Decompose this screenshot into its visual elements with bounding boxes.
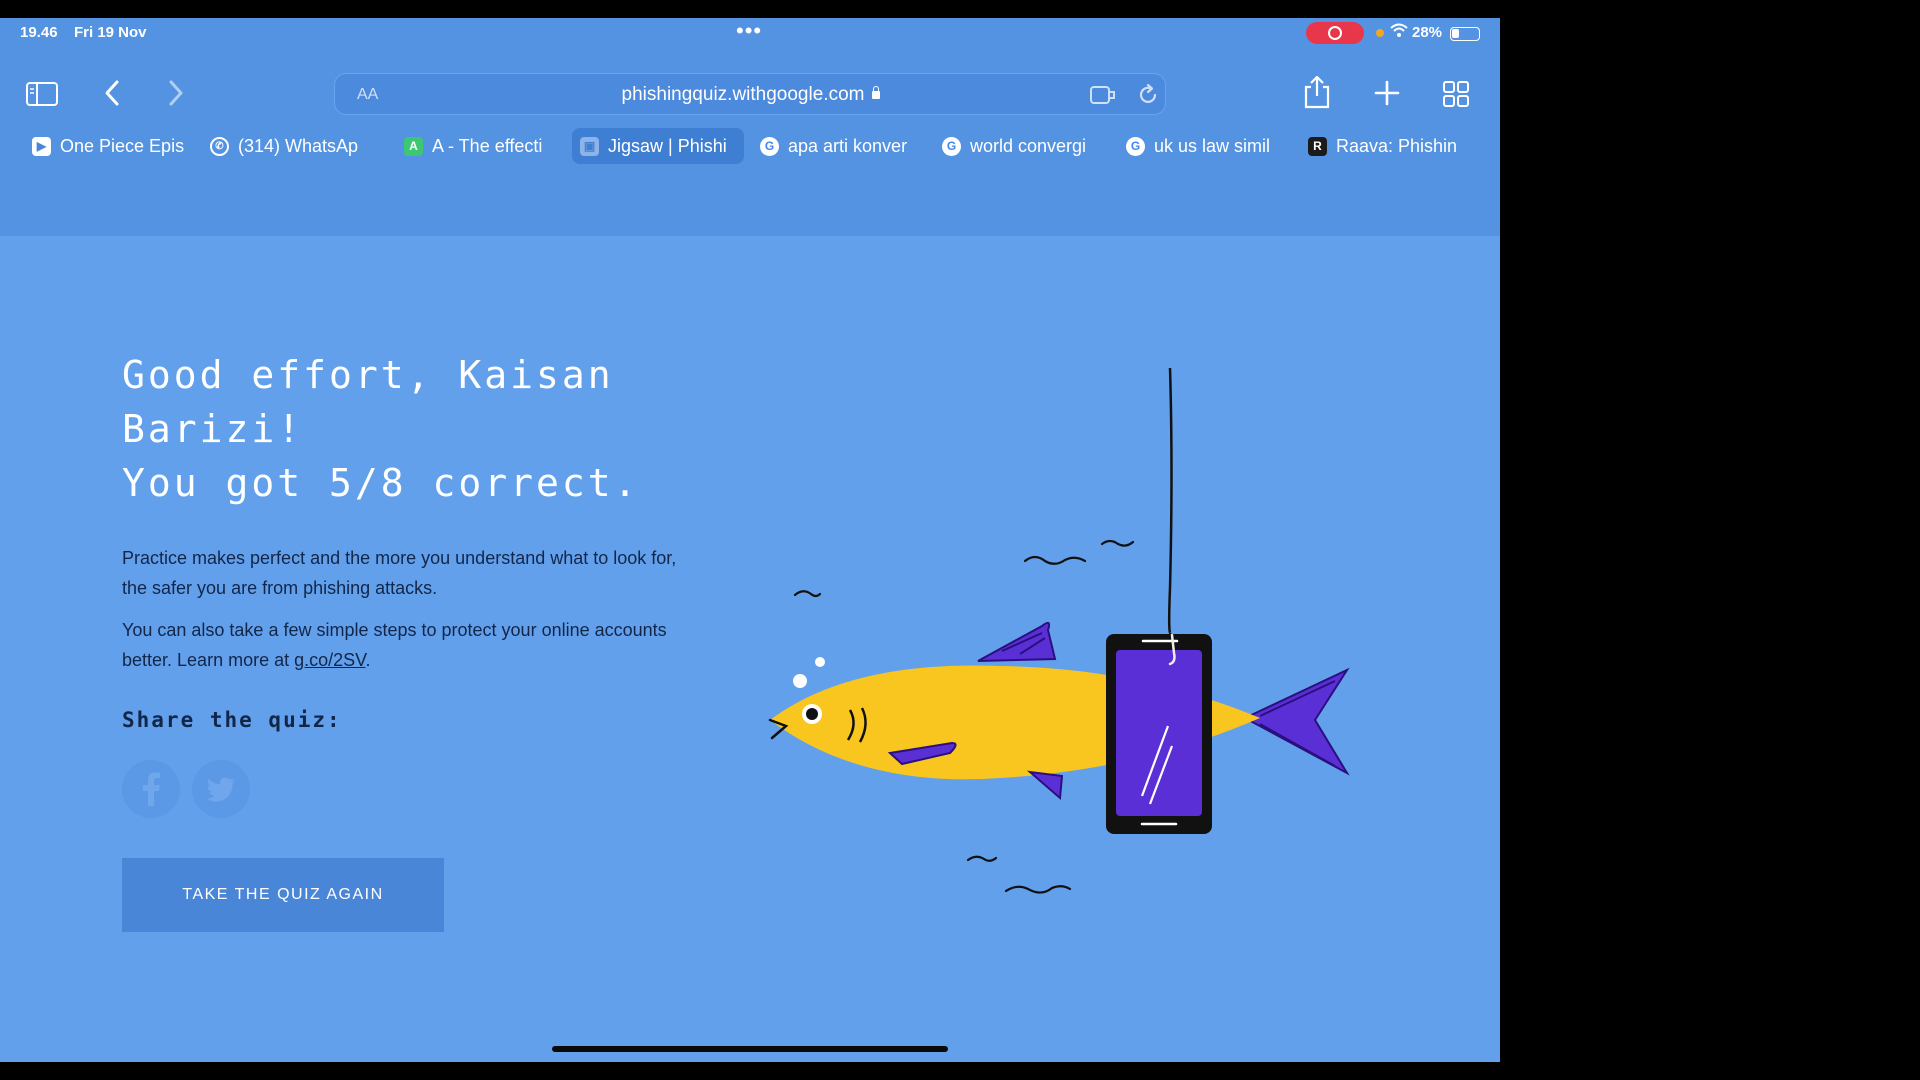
browser-tab[interactable]: Guk us law simil [1118, 128, 1294, 164]
fish-icon [768, 621, 1350, 801]
status-bar: 19.46 Fri 19 Nov ••• 28% [0, 18, 1500, 48]
tab-label: A - The effecti [432, 136, 543, 156]
result-heading: Good effort, Kaisan Barizi! You got 5/8 … [122, 348, 682, 510]
tab-bar: ▶ One Piece Epis ✆ (314) WhatsAp A A - The ef… [24, 128, 1484, 164]
lock-icon [872, 86, 881, 99]
browser-tab[interactable]: R Raava: Phishin [1300, 128, 1480, 164]
practice-paragraph: Practice makes perfect and the more you … [122, 548, 677, 598]
facebook-share-button[interactable] [122, 760, 180, 818]
battery-percent: 28% [1412, 24, 1443, 41]
learn-more-paragraph: You can also take a few simple steps to … [122, 620, 667, 670]
browser-tab[interactable]: ▶ One Piece Epis [24, 128, 196, 164]
browser-tab[interactable]: Gworld convergi [934, 128, 1112, 164]
tab-label: world convergi [970, 136, 1087, 156]
tab-label: (314) WhatsAp [238, 136, 359, 156]
twitter-icon [206, 777, 235, 802]
home-indicator[interactable] [552, 1046, 948, 1052]
tab-favicon-icon: A [404, 137, 423, 156]
new-tab-plus-icon[interactable] [1374, 80, 1400, 106]
learn-more-link[interactable]: g.co/2SV [294, 650, 365, 670]
wifi-icon [1390, 22, 1408, 43]
status-date: Fri 19 Nov [74, 24, 147, 41]
share-label: Share the quiz: [122, 708, 342, 732]
tab-favicon-icon: G [760, 137, 779, 156]
browser-chrome: 19.46 Fri 19 Nov ••• 28% AA phishingquiz… [0, 18, 1500, 236]
share-icon[interactable] [1302, 74, 1332, 110]
mic-indicator-icon [1376, 29, 1384, 37]
fishing-line-icon [1167, 367, 1173, 635]
browser-tab[interactable]: ✆ (314) WhatsAp [202, 128, 390, 164]
result-greeting-line2: Barizi! [122, 407, 304, 451]
bubbles-icon [793, 657, 825, 688]
reload-icon[interactable] [1135, 82, 1161, 108]
phone-icon [1106, 633, 1212, 834]
tab-favicon-icon: ▣ [580, 137, 599, 156]
extensions-icon[interactable] [1089, 84, 1117, 106]
url-text[interactable]: phishingquiz.withgoogle.com [335, 84, 1167, 106]
fish-hook-illustration [768, 367, 1350, 894]
tab-favicon-icon: ▶ [32, 137, 51, 156]
status-time: 19.46 [20, 24, 58, 41]
address-bar[interactable]: AA phishingquiz.withgoogle.com [334, 73, 1166, 115]
browser-tab[interactable]: Gapa arti konver [752, 128, 928, 164]
back-chevron-icon[interactable] [100, 78, 126, 108]
sidebar-icon[interactable] [26, 82, 58, 106]
ipad-screen: 19.46 Fri 19 Nov ••• 28% AA phishingquiz… [0, 18, 1500, 1062]
tab-favicon-icon: G [942, 137, 961, 156]
tab-label: Jigsaw | Phishi [608, 136, 727, 156]
tab-favicon-icon: R [1308, 137, 1327, 156]
twitter-share-button[interactable] [192, 760, 250, 818]
battery-icon [1450, 27, 1480, 41]
tab-favicon-icon: G [1126, 137, 1145, 156]
tab-label: One Piece Epis [60, 136, 185, 156]
tab-label: apa arti konver [788, 136, 908, 156]
forward-chevron-icon[interactable] [162, 78, 188, 108]
tab-overview-icon[interactable] [1442, 80, 1470, 108]
result-score: You got 5/8 correct. [122, 461, 640, 505]
result-greeting-line1: Good effort, Kaisan [122, 353, 614, 397]
tab-label: Raava: Phishin [1336, 136, 1458, 156]
screen-recording-icon[interactable] [1306, 22, 1364, 44]
facebook-icon [143, 772, 160, 806]
take-quiz-again-button[interactable]: TAKE THE QUIZ AGAIN [122, 858, 444, 932]
browser-tab[interactable]: A A - The effecti [396, 128, 566, 164]
browser-tab[interactable]: ▣ Jigsaw | Phishi [572, 128, 744, 164]
multitasking-dots-icon[interactable]: ••• [736, 18, 762, 44]
tab-favicon-icon: ✆ [210, 137, 229, 156]
tab-label: uk us law simil [1154, 136, 1271, 156]
